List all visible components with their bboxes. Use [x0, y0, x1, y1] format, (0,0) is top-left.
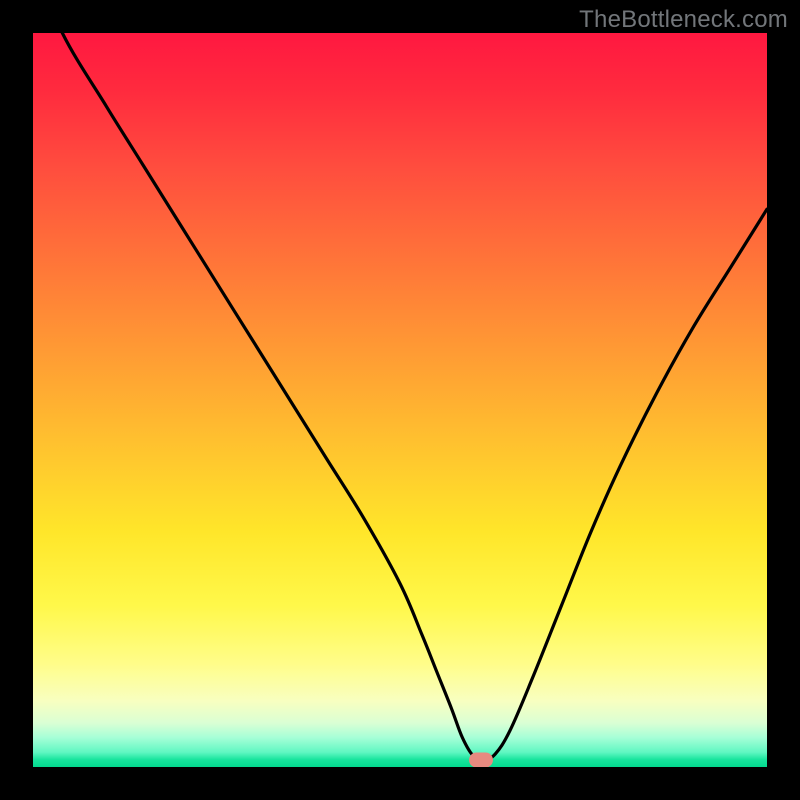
watermark-text: TheBottleneck.com	[579, 6, 788, 34]
bottleneck-curve-line	[33, 33, 767, 760]
optimum-marker	[469, 752, 493, 767]
curve-svg	[33, 33, 767, 767]
chart-frame: TheBottleneck.com	[0, 0, 800, 800]
plot-area	[33, 33, 767, 767]
